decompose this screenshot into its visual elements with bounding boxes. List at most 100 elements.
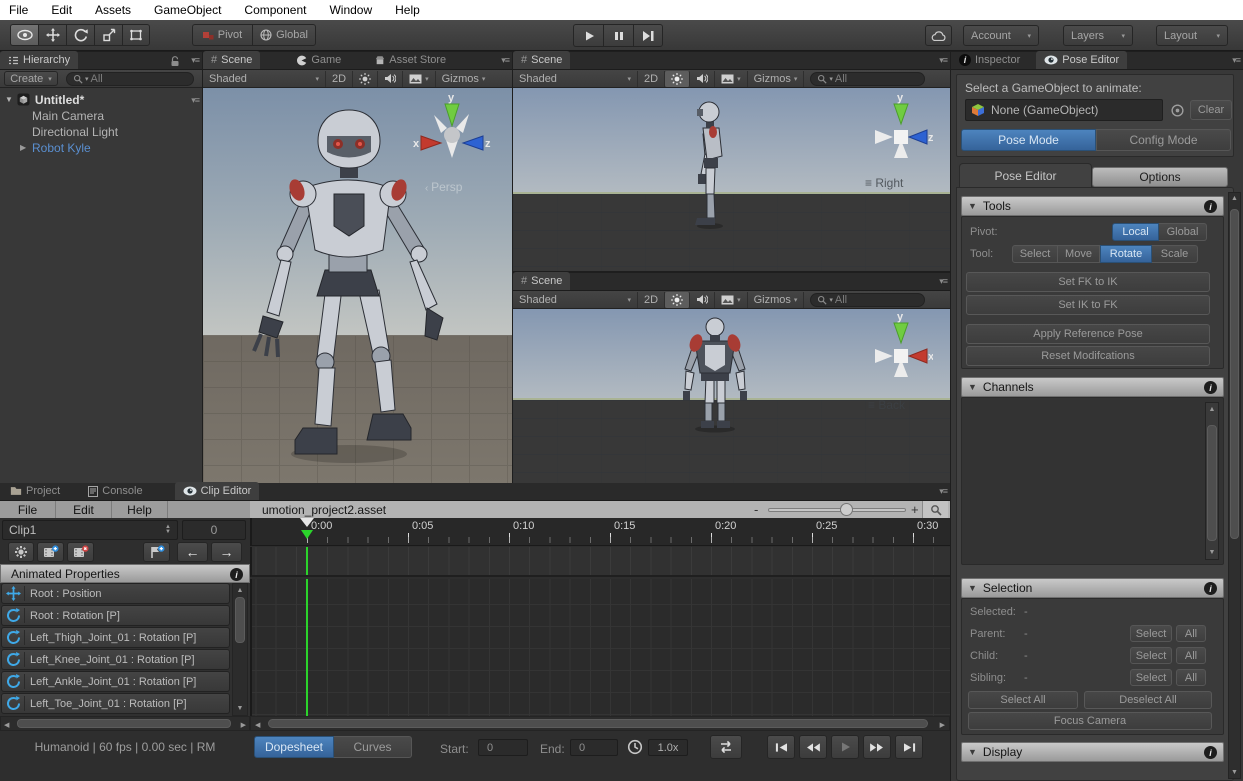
audio-toggle[interactable] — [690, 71, 715, 87]
tool-select-button[interactable]: Select — [1012, 245, 1058, 263]
axis-gizmo[interactable]: y z — [869, 92, 933, 172]
scroll-down-icon[interactable]: ▼ — [233, 705, 247, 712]
scene-viewport-persp[interactable]: y x z ‹ Persp — [203, 88, 512, 483]
effects-dropdown[interactable]: ▾ — [715, 292, 748, 308]
audio-toggle[interactable] — [690, 292, 715, 308]
object-picker-icon[interactable] — [1170, 103, 1185, 118]
cloud-button[interactable] — [925, 25, 952, 46]
tab-console[interactable]: Console — [80, 482, 150, 500]
scroll-down-icon[interactable]: ▼ — [1229, 769, 1240, 776]
playback-speed-clock-icon[interactable] — [627, 739, 643, 755]
layout-dropdown[interactable]: Layout▾ — [1156, 25, 1228, 46]
panel-menu-icon[interactable]: ▾≡ — [1232, 55, 1240, 66]
display-section-header[interactable]: ▼Displayi — [961, 742, 1224, 762]
foldout-arrow-icon[interactable]: ▶ — [20, 143, 26, 152]
hierarchy-item-main-camera[interactable]: Main Camera — [32, 109, 104, 123]
2d-toggle[interactable]: 2D — [638, 292, 665, 308]
panel-menu-icon[interactable]: ▾≡ — [191, 55, 199, 66]
end-input[interactable]: 0 — [570, 739, 618, 756]
property-row[interactable]: Left_Knee_Joint_01 : Rotation [P] — [1, 649, 230, 670]
tab-inspector[interactable]: iInspector — [951, 51, 1028, 69]
tab-hierarchy[interactable]: Hierarchy — [0, 51, 78, 69]
first-frame-button[interactable] — [767, 735, 795, 759]
shading-mode-dropdown[interactable]: Shaded▾ — [513, 292, 638, 308]
clear-button[interactable]: Clear — [1190, 100, 1232, 120]
axis-gizmo[interactable]: y x — [869, 311, 933, 391]
clip-menu-help[interactable]: Help — [112, 501, 168, 518]
property-row[interactable]: Root : Rotation [P] — [1, 605, 230, 626]
view-orientation-label[interactable]: ≡ Back — [868, 398, 905, 412]
timeline-zoom-slider-knob[interactable] — [840, 503, 853, 516]
loop-toggle-button[interactable] — [710, 735, 742, 759]
global-toggle-button[interactable]: Global — [252, 24, 316, 46]
scroll-left-icon[interactable]: ◀ — [255, 721, 260, 729]
property-row[interactable]: Left_Ankle_Joint_01 : Rotation [P] — [1, 671, 230, 692]
info-icon[interactable]: i — [1204, 200, 1217, 213]
info-icon[interactable]: i — [1204, 381, 1217, 394]
scene-root-row[interactable]: ▼ Untitled* ▾≡ — [0, 91, 202, 108]
property-row[interactable]: Left_Toe_Joint_01 : Rotation [P] — [1, 693, 230, 714]
scene-search-input[interactable]: ▾All — [810, 72, 925, 86]
selection-section-header[interactable]: ▼Selectioni — [961, 578, 1224, 598]
menu-assets[interactable]: Assets — [95, 3, 131, 17]
lock-icon[interactable] — [170, 56, 180, 67]
menu-edit[interactable]: Edit — [51, 3, 72, 17]
tool-rotate-button[interactable]: Rotate — [1100, 245, 1152, 263]
set-ik-to-fk-button[interactable]: Set IK to FK — [966, 295, 1210, 315]
timeline-zoom-button[interactable] — [922, 501, 948, 518]
set-fk-to-ik-button[interactable]: Set FK to IK — [966, 272, 1210, 292]
layers-dropdown[interactable]: Layers▾ — [1063, 25, 1133, 46]
panel-menu-icon[interactable]: ▾≡ — [939, 486, 947, 497]
properties-hscrollbar[interactable]: ◀ ▶ — [0, 716, 250, 731]
tab-game[interactable]: Game — [288, 51, 349, 69]
timeline-ruler[interactable]: 0:00 0:05 0:10 0:15 0:20 0:25 0:30 — [250, 518, 950, 546]
panel-menu-icon[interactable]: ▾≡ — [939, 55, 947, 66]
subtab-pose-editor[interactable]: Pose Editor — [959, 163, 1092, 188]
pause-button[interactable] — [603, 24, 633, 47]
effects-dropdown[interactable]: ▾ — [403, 71, 436, 87]
scale-tool-button[interactable] — [94, 24, 122, 46]
clip-menu-file[interactable]: File — [0, 501, 56, 518]
scroll-right-icon[interactable]: ▶ — [241, 721, 246, 729]
tab-scene[interactable]: #Scene — [203, 51, 260, 69]
tab-clip-editor[interactable]: Clip Editor — [175, 482, 260, 500]
apply-reference-pose-button[interactable]: Apply Reference Pose — [966, 324, 1210, 344]
subtab-options[interactable]: Options — [1092, 167, 1228, 187]
dopesheet-grid[interactable] — [250, 579, 950, 716]
timeline-zoom-plus[interactable]: + — [911, 502, 919, 517]
last-frame-button[interactable] — [895, 735, 923, 759]
tab-scene[interactable]: #Scene — [513, 272, 570, 290]
tools-section-header[interactable]: ▼Toolsi — [961, 196, 1224, 216]
scroll-up-icon[interactable]: ▲ — [1206, 406, 1218, 413]
menu-file[interactable]: File — [9, 3, 28, 17]
scroll-up-icon[interactable]: ▲ — [1229, 195, 1240, 202]
audio-toggle[interactable] — [378, 71, 403, 87]
foldout-arrow-icon[interactable]: ▼ — [5, 95, 13, 104]
view-tool-button[interactable] — [10, 24, 38, 46]
select-all-button[interactable]: Select All — [968, 691, 1078, 709]
reset-modifications-button[interactable]: Reset Modifcations — [966, 346, 1210, 366]
play-button[interactable] — [573, 24, 603, 47]
lighting-toggle[interactable] — [353, 71, 378, 87]
timeline-hscrollbar[interactable]: ◀ ▶ — [250, 716, 950, 731]
play-clip-button[interactable] — [831, 735, 859, 759]
create-dropdown[interactable]: Create▾ — [4, 71, 58, 86]
tab-project[interactable]: Project — [2, 482, 68, 500]
lighting-toggle[interactable] — [665, 292, 690, 308]
properties-scrollbar[interactable]: ▲ ▼ — [232, 583, 248, 716]
dopesheet-tab[interactable]: Dopesheet — [254, 736, 334, 758]
tab-pose-editor[interactable]: Pose Editor — [1036, 51, 1127, 69]
shading-mode-dropdown[interactable]: Shaded▾ — [203, 71, 326, 87]
inspector-scrollbar[interactable]: ▲ ▼ — [1228, 192, 1241, 779]
parent-all-button[interactable]: All — [1176, 625, 1206, 642]
channels-section-header[interactable]: ▼Channelsi — [961, 377, 1224, 397]
child-all-button[interactable]: All — [1176, 647, 1206, 664]
pivot-global-button[interactable]: Global — [1159, 223, 1207, 241]
info-icon[interactable]: i — [1204, 746, 1217, 759]
frame-number-field[interactable]: 0 — [182, 520, 246, 540]
effects-dropdown[interactable]: ▾ — [715, 71, 748, 87]
scene-viewport-right[interactable]: y z ≡ Right — [513, 88, 950, 271]
gizmos-dropdown[interactable]: Gizmos▾ — [748, 71, 805, 87]
scene-search-input[interactable]: ▾All — [810, 293, 925, 307]
panel-menu-icon[interactable]: ▾≡ — [939, 276, 947, 287]
